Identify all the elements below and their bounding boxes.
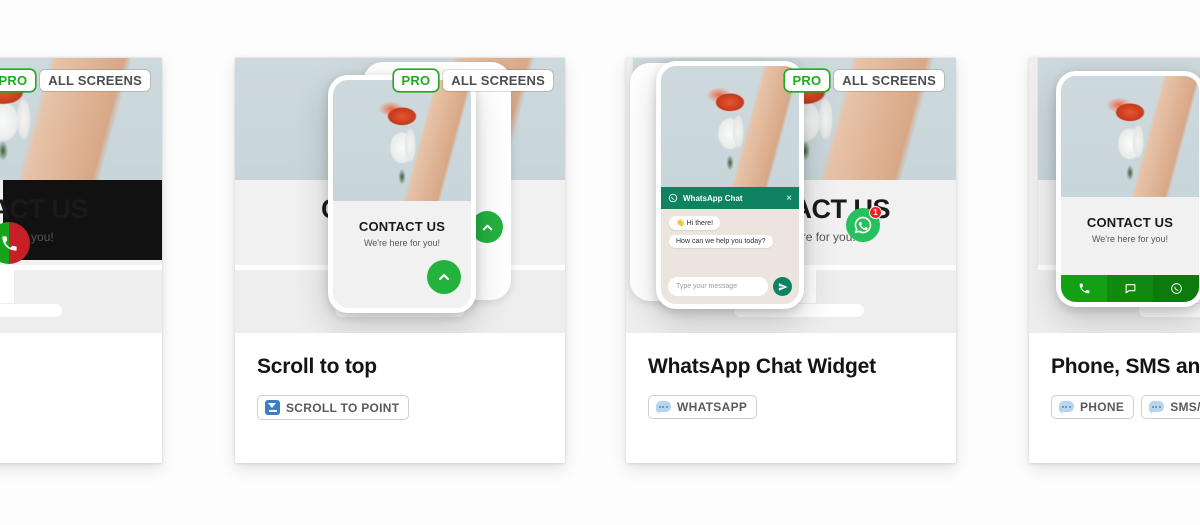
whatsapp-icon [668,193,678,203]
mockup-title: CONTACT US [358,219,446,234]
card-title: WhatsApp Chat Widget [648,355,876,378]
whatsapp-messages: 👋 Hi there! How can we help you today? [661,209,799,277]
chat-message: How can we help you today? [669,235,773,248]
tag-label: PHONE [1080,400,1125,414]
bouquet-photo [661,66,799,187]
mockup-title: CONTACT US [0,194,89,224]
monitor-neck [0,270,15,304]
monitor-base [0,304,62,317]
chevron-up-icon [438,273,450,281]
scroll-to-top-button-mobile[interactable] [427,260,461,294]
chat-message: 👋 Hi there! [669,216,721,230]
phone-icon [1079,283,1089,294]
card-tags: WHATSAPP [648,395,934,419]
whatsapp-chat-title: WhatsApp Chat [683,193,743,203]
mockup-subtitle: We're here for you! [1091,234,1169,244]
feature-card-click-to-call[interactable]: PRO ALL SCREENS CONTACT US We're here fo… [0,57,162,463]
bouquet-photo [1061,76,1199,197]
phone-screen: WhatsApp Chat × 👋 Hi there! How can we h… [661,66,799,304]
desktop-monitor-mockup: CONTACT US We're here for you! [0,57,162,317]
contact-action-bar [1061,275,1199,302]
preview-badges: PRO ALL SCREENS [0,70,150,91]
card-tags: PHONE SMS/T WHATSAPP [1051,395,1200,419]
tag-whatsapp[interactable]: WHATSAPP [648,395,758,419]
pro-badge[interactable]: PRO [0,70,36,91]
chevron-up-icon [482,224,492,230]
tag-label: SCROLL TO POINT [286,400,400,415]
card-body: Phone, SMS and PHONE SMS/T [1029,333,1200,463]
scroll-down-icon [265,400,280,415]
whatsapp-icon [854,216,872,234]
whatsapp-action[interactable] [1153,275,1199,302]
phone-content: CONTACT US We're here for you! [333,201,471,248]
pro-badge[interactable]: PRO [784,70,830,91]
tag-label: SMS/T [1170,400,1200,414]
card-preview: PRO ALL SCREENS CONTACT US We're here fo… [235,57,565,333]
send-icon [778,282,788,291]
tag-sms[interactable]: SMS/T [1141,395,1200,419]
tag-scroll-to-point[interactable]: SCROLL TO POINT [257,395,410,420]
card-tags: L EMAIL [0,371,140,395]
card-body: WhatsApp Chat Widget WHATSAPP [626,333,956,463]
card-preview: CONTACT US We're here for you! CONTACT U… [1029,57,1200,333]
card-preview: PRO ALL SCREENS CONTACT US We're here fo… [0,57,162,333]
whatsapp-icon [1170,283,1182,294]
phone-mockup: CONTACT US We're here for you! [328,75,476,313]
whatsapp-chat-panel: WhatsApp Chat × 👋 Hi there! How can we h… [661,187,799,304]
phone-content: CONTACT US We're here for you! [1061,197,1199,244]
card-tags: SCROLL TO POINT [257,395,543,420]
card-preview: PRO ALL SCREENS CONTACT US We're here fo… [626,57,956,333]
mockup-title: CONTACT US [1086,215,1174,230]
phone-screen: CONTACT US We're here for you! [333,80,471,308]
chat-bubble-icon [1149,400,1165,414]
tag-phone[interactable]: PHONE [1051,395,1135,419]
phone-screen: CONTACT US We're here for you! [1061,76,1199,302]
preview-badges: PRO ALL SCREENS [784,70,944,91]
close-icon[interactable]: × [786,193,792,204]
whatsapp-float-button[interactable]: 1 [846,206,882,242]
bouquet-photo [333,80,471,201]
chat-bubble-icon [1059,400,1074,414]
phone-call-action[interactable] [1061,275,1107,302]
all-screens-badge[interactable]: ALL SCREENS [834,70,944,91]
whatsapp-chat-header: WhatsApp Chat × [661,187,799,209]
chat-bubble-icon [1125,284,1135,294]
all-screens-badge[interactable]: ALL SCREENS [40,70,150,91]
phone-mockup: CONTACT US We're here for you! [1056,71,1200,307]
send-button[interactable] [773,277,792,296]
card-title: Phone, SMS and [1051,355,1200,378]
card-title: Scroll to top [257,355,377,378]
preview-badges: PRO ALL SCREENS [393,70,553,91]
tag-label: WHATSAPP [677,400,748,414]
unread-badge: 1 [869,206,882,219]
pro-badge[interactable]: PRO [393,70,439,91]
whatsapp-input-row: Type your message [661,277,799,304]
mockup-subtitle: We're here for you! [363,238,441,248]
phone-mockup: WhatsApp Chat × 👋 Hi there! How can we h… [656,61,804,309]
card-body: L EMAIL [0,333,162,463]
phone-icon [1,235,17,251]
message-input[interactable]: Type your message [668,277,768,296]
all-screens-badge[interactable]: ALL SCREENS [443,70,553,91]
feature-card-scroll-to-top[interactable]: PRO ALL SCREENS CONTACT US We're here fo… [235,57,565,463]
feature-card-whatsapp-chat-widget[interactable]: PRO ALL SCREENS CONTACT US We're here fo… [626,57,956,463]
card-body: Scroll to top SCROLL TO POINT [235,333,565,463]
cards-gallery: PRO ALL SCREENS CONTACT US We're here fo… [0,0,1200,525]
feature-card-phone-sms-whatsapp[interactable]: CONTACT US We're here for you! CONTACT U… [1029,57,1200,463]
sms-action[interactable] [1107,275,1153,302]
chat-bubble-icon [656,400,671,414]
